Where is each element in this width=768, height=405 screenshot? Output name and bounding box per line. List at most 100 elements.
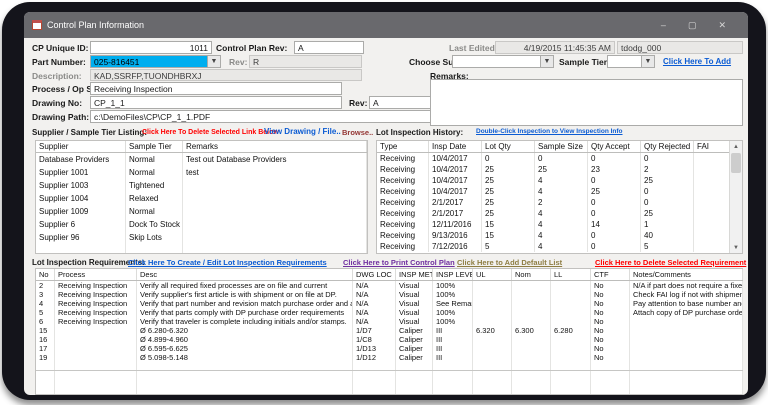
drawing-path-field[interactable]: c:\DemoFiles\CP\CP_1_1.PDF <box>90 110 432 123</box>
requirement-row[interactable]: 5 Receiving Inspection Verify that parts c… <box>36 308 743 317</box>
supplier-col-remarks[interactable]: Remarks <box>183 141 367 152</box>
requirement-cell: 4 <box>36 299 55 308</box>
supplier-row[interactable]: Supplier 96 Skip Lots <box>36 231 367 244</box>
requirement-col-ul[interactable]: UL <box>473 269 512 280</box>
requirement-col-insp-level[interactable]: INSP LEVEL <box>433 269 473 280</box>
remarks-textarea[interactable] <box>430 79 743 126</box>
requirement-cell: Receiving Inspection <box>55 317 137 326</box>
supplier-cell: Tightened <box>126 179 183 192</box>
history-row[interactable]: Receiving 10/4/2017 25 25 23 2 <box>377 164 742 175</box>
history-row[interactable]: Receiving 7/12/2016 5 4 0 5 <box>377 241 742 252</box>
history-row[interactable]: Receiving 10/4/2017 0 0 0 0 <box>377 153 742 164</box>
history-col-sample-size[interactable]: Sample Size <box>535 141 588 152</box>
drawing-path-label: Drawing Path: <box>32 112 90 122</box>
supplier-row[interactable]: Supplier 1001 Normal test <box>36 166 367 179</box>
history-cell: 4 <box>535 219 588 230</box>
history-col-lot-qty[interactable]: Lot Qty <box>482 141 535 152</box>
history-col-type[interactable]: Type <box>377 141 429 152</box>
supplier-row[interactable]: Database Providers Normal Test out Databas… <box>36 153 367 166</box>
supplier-row[interactable]: Supplier 6 Dock To Stock <box>36 218 367 231</box>
print-control-plan-link[interactable]: Click Here to Print Control Plan <box>343 258 455 267</box>
process-op-step-field[interactable]: Receiving Inspection <box>90 82 342 95</box>
requirement-cell: 2 <box>36 281 55 290</box>
requirement-row[interactable]: 2 Receiving Inspection Verify all required… <box>36 281 743 290</box>
requirement-col-ctf[interactable]: CTF <box>591 269 630 280</box>
requirement-row[interactable]: 16 Ø 4.899-4.960 1/C8 Caliper III No <box>36 335 743 344</box>
history-col-qty-rejected[interactable]: Qty Rejected <box>641 141 694 152</box>
requirement-cell: Caliper <box>396 353 433 362</box>
supplier-row[interactable]: Supplier 1009 Normal <box>36 205 367 218</box>
scrollbar-thumb[interactable] <box>731 153 741 173</box>
history-row[interactable]: Receiving 10/4/2017 25 4 25 0 <box>377 186 742 197</box>
history-info-link[interactable]: Double-Click Inspection to View Inspecti… <box>476 128 623 135</box>
choose-supplier-dropdown[interactable]: ▼ <box>452 55 554 68</box>
requirement-empty-cell <box>473 362 512 370</box>
requirement-col-dwg-loc[interactable]: DWG LOC <box>353 269 396 280</box>
requirement-cell: III <box>433 353 473 362</box>
history-cell: Receiving <box>377 241 429 252</box>
requirement-row[interactable]: 17 Ø 6.595-6.625 1/D13 Caliper III No <box>36 344 743 353</box>
supplier-col-sample-tier[interactable]: Sample Tier <box>126 141 183 152</box>
history-cell: 1 <box>641 219 694 230</box>
requirement-row[interactable]: 3 Receiving Inspection Verify supplier's f… <box>36 290 743 299</box>
requirement-col-desc[interactable]: Desc <box>137 269 353 280</box>
supplier-listing-title: Supplier / Sample Tier Listing: <box>32 128 147 137</box>
minimize-button[interactable]: – <box>661 20 666 30</box>
part-number-combo[interactable]: 025-816451 ▼ <box>90 55 221 68</box>
choose-supplier-dropdown-icon[interactable]: ▼ <box>540 56 553 67</box>
requirement-cell: 15 <box>36 326 55 335</box>
last-edited-label: Last Edited: <box>449 43 498 53</box>
requirement-col-notes-comments[interactable]: Notes/Comments <box>630 269 743 280</box>
requirement-row[interactable]: 4 Receiving Inspection Verify that part nu… <box>36 299 743 308</box>
history-row[interactable]: Receiving 2/1/2017 25 2 0 0 <box>377 197 742 208</box>
part-rev-field: R <box>249 55 362 68</box>
requirement-col-ll[interactable]: LL <box>551 269 591 280</box>
history-row[interactable]: Receiving 10/4/2017 25 4 0 25 <box>377 175 742 186</box>
supplier-cell <box>183 218 367 231</box>
drawing-no-field[interactable]: CP_1_1 <box>90 96 342 109</box>
requirement-empty-cell <box>591 362 630 370</box>
history-row[interactable]: Receiving 9/13/2016 15 4 0 40 <box>377 230 742 241</box>
supplier-col-supplier[interactable]: Supplier <box>36 141 126 152</box>
history-row[interactable]: Receiving 12/11/2016 15 4 14 1 <box>377 219 742 230</box>
add-default-list-link[interactable]: Click Here to Add Default List <box>457 258 562 267</box>
requirement-row[interactable]: 6 Receiving Inspection Verify that travele… <box>36 317 743 326</box>
drawing-rev-field[interactable]: A <box>369 96 432 109</box>
requirement-col-nom[interactable]: Nom <box>512 269 551 280</box>
history-cell: 0 <box>588 208 641 219</box>
supplier-row[interactable]: Supplier 1003 Tightened <box>36 179 367 192</box>
add-supplier-link[interactable]: Click Here To Add <box>663 57 731 66</box>
history-cell: 25 <box>482 164 535 175</box>
browse-link[interactable]: Browse.. <box>342 128 373 137</box>
delete-supplier-link[interactable]: Click Here To Delete Selected Link Below <box>142 129 279 136</box>
control-plan-rev-field[interactable]: A <box>294 41 364 54</box>
cp-unique-id-field[interactable]: 1011 <box>90 41 212 54</box>
view-drawing-link[interactable]: View Drawing / File.. <box>264 127 341 136</box>
delete-requirement-link[interactable]: Click Here to Delete Selected Requiremen… <box>595 258 746 267</box>
maximize-button[interactable]: ▢ <box>688 20 697 30</box>
sample-tier-dropdown[interactable]: ▼ <box>607 55 655 68</box>
requirement-col-process[interactable]: Process <box>55 269 137 280</box>
history-scrollbar[interactable]: ▲ ▼ <box>729 141 742 253</box>
requirement-col-insp-method[interactable]: INSP METHOD <box>396 269 433 280</box>
scroll-up-icon[interactable]: ▲ <box>730 141 742 152</box>
requirement-row[interactable]: 15 Ø 6.280-6.320 1/D7 Caliper III 6.320 6.300 6… <box>36 326 743 335</box>
requirement-col-no[interactable]: No <box>36 269 55 280</box>
requirement-cell: Receiving Inspection <box>55 308 137 317</box>
requirement-row[interactable]: 19 Ø 5.098-5.148 1/D12 Caliper III No <box>36 353 743 362</box>
history-col-qty-accept[interactable]: Qty Accept <box>588 141 641 152</box>
scroll-down-icon[interactable]: ▼ <box>730 242 742 253</box>
requirements-table: NoProcessDescDWG LOCINSP METHODINSP LEVE… <box>35 268 743 395</box>
part-number-dropdown-icon[interactable]: ▼ <box>207 56 220 67</box>
requirement-cell: Ø 6.595-6.625 <box>137 344 353 353</box>
supplier-row[interactable]: Supplier 1004 Relaxed <box>36 192 367 205</box>
requirement-cell <box>473 290 512 299</box>
requirement-cell <box>551 335 591 344</box>
requirement-cell <box>473 281 512 290</box>
history-row[interactable]: Receiving 2/1/2017 25 4 0 25 <box>377 208 742 219</box>
close-button[interactable]: ✕ <box>718 20 726 30</box>
create-edit-requirements-link[interactable]: Click Here To Create / Edit Lot Inspecti… <box>128 258 327 267</box>
sample-tier-dropdown-icon[interactable]: ▼ <box>641 56 654 67</box>
history-col-insp-date[interactable]: Insp Date <box>429 141 482 152</box>
requirement-cell: Ø 6.280-6.320 <box>137 326 353 335</box>
